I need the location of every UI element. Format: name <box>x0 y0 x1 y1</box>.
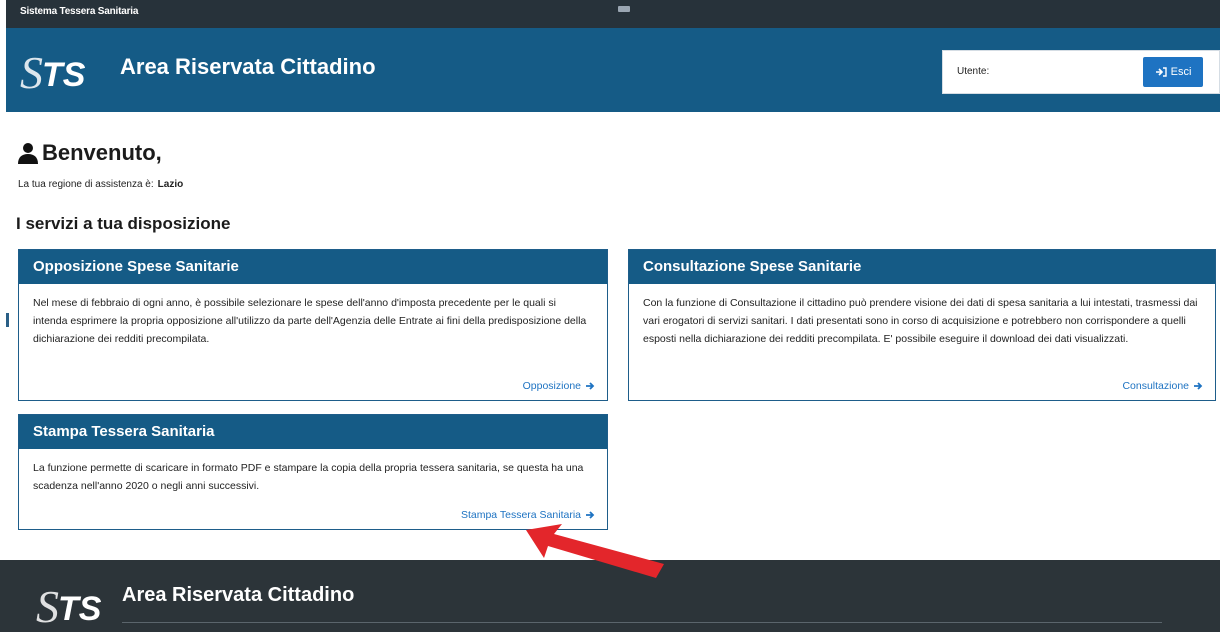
system-name: Sistema Tessera Sanitaria <box>20 6 139 17</box>
card-text: La funzione permette di scaricare in for… <box>33 462 584 492</box>
card-opposizione: Opposizione Spese Sanitarie Nel mese di … <box>18 249 608 401</box>
svg-text:TS: TS <box>42 56 86 94</box>
svg-text:S: S <box>20 47 43 96</box>
dropdown-handle-icon <box>618 6 630 12</box>
svg-text:S: S <box>36 581 59 630</box>
user-icon <box>18 143 38 164</box>
consultazione-link[interactable]: Consultazione <box>1122 380 1203 392</box>
logout-label: Esci <box>1170 66 1192 78</box>
annotation-arrow-icon <box>526 524 664 578</box>
page-title: Area Riservata Cittadino <box>120 54 376 79</box>
welcome-text: Benvenuto, <box>42 140 162 165</box>
arrow-right-icon <box>586 382 595 390</box>
region-info: La tua regione di assistenza è: Lazio <box>18 179 183 190</box>
card-title: Opposizione Spese Sanitarie <box>19 250 607 284</box>
region-value: Lazio <box>157 179 184 190</box>
sts-logo: S TS <box>20 47 86 96</box>
link-label: Opposizione <box>522 380 581 392</box>
top-system-bar: Sistema Tessera Sanitaria <box>6 0 1220 28</box>
card-title: Consultazione Spese Sanitarie <box>629 250 1215 284</box>
site-header: S TS Area Riservata Cittadino Utente: Es… <box>6 28 1220 112</box>
user-box: Utente: Esci <box>942 50 1220 94</box>
footer-divider <box>122 622 1162 623</box>
logout-icon <box>1155 67 1167 77</box>
card-text: Con la funzione di Consultazione il citt… <box>643 297 1198 345</box>
welcome-heading: Benvenuto, <box>16 140 162 166</box>
arrow-right-icon <box>586 511 595 519</box>
arrow-right-icon <box>1194 382 1203 390</box>
logout-button[interactable]: Esci <box>1143 57 1203 87</box>
side-marker <box>6 313 9 327</box>
card-stampa: Stampa Tessera Sanitaria La funzione per… <box>18 414 608 530</box>
link-label: Consultazione <box>1122 380 1189 392</box>
svg-text:TS: TS <box>58 590 102 628</box>
card-text: Nel mese di febbraio di ogni anno, è pos… <box>33 297 587 345</box>
region-label: La tua regione di assistenza è: <box>18 179 154 190</box>
opposizione-link[interactable]: Opposizione <box>523 380 595 392</box>
user-label: Utente: <box>957 66 990 77</box>
services-title: I servizi a tua disposizione <box>16 214 231 233</box>
card-title: Stampa Tessera Sanitaria <box>19 415 607 449</box>
card-consultazione: Consultazione Spese Sanitarie Con la fun… <box>628 249 1216 401</box>
sts-logo-footer: S TS <box>36 581 102 630</box>
footer-title: Area Riservata Cittadino <box>122 584 355 606</box>
